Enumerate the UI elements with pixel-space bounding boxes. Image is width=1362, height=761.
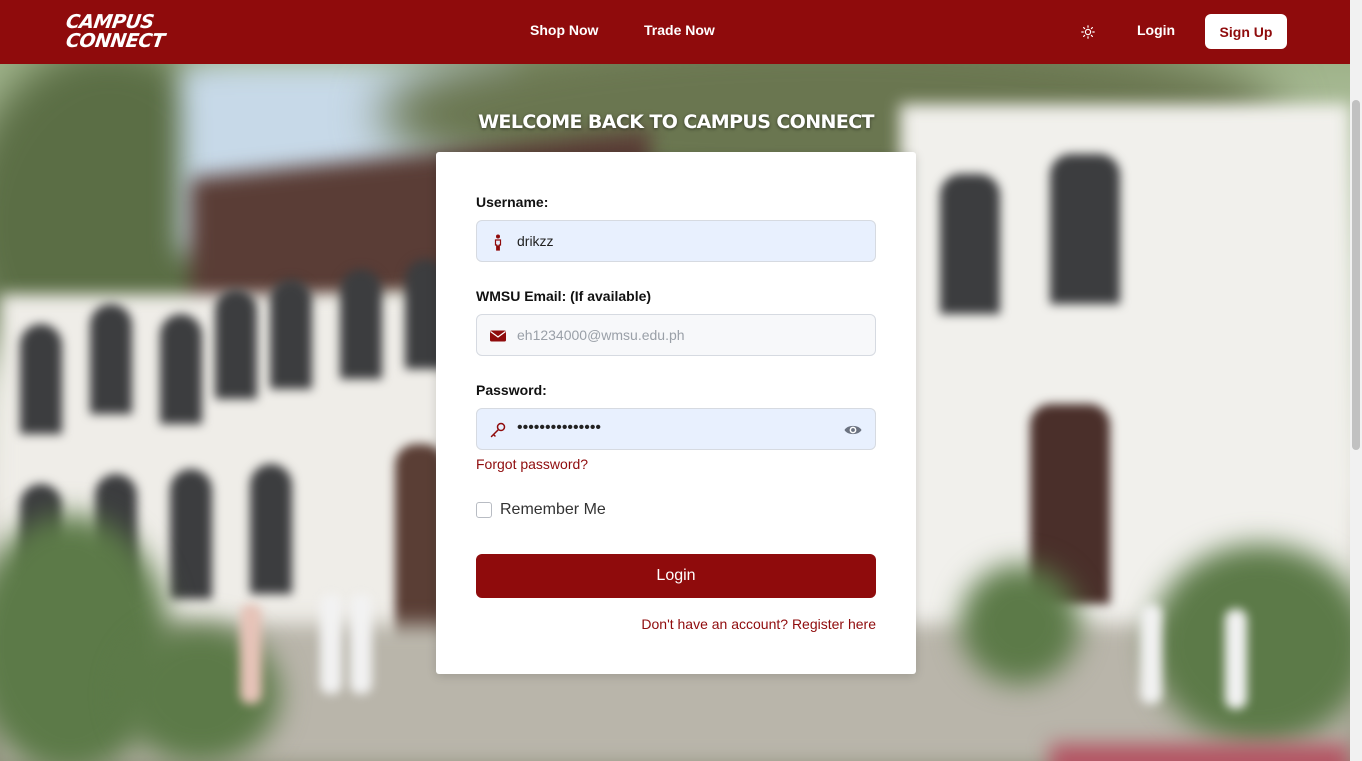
envelope-icon xyxy=(489,327,507,345)
eye-icon[interactable] xyxy=(843,420,863,440)
username-value: drikzz xyxy=(517,233,554,249)
page-scrollbar[interactable] xyxy=(1350,0,1362,761)
nav-link-shop-now[interactable]: Shop Now xyxy=(530,22,598,38)
key-icon xyxy=(489,421,507,439)
email-label: WMSU Email: (If available) xyxy=(476,288,652,304)
top-navbar: CAMPUS CONNECT Shop Now Trade Now Login … xyxy=(0,0,1350,64)
login-card: Username: drikzz WMSU Email: (If availab… xyxy=(436,152,916,674)
username-field[interactable]: drikzz xyxy=(476,220,876,262)
remember-me-label[interactable]: Remember Me xyxy=(500,501,606,519)
page-title: WELCOME BACK TO CAMPUS CONNECT xyxy=(478,111,874,133)
password-field[interactable]: ••••••••••••••• xyxy=(476,408,876,450)
password-value: ••••••••••••••• xyxy=(517,419,602,436)
username-label: Username: xyxy=(476,194,549,210)
forgot-password-link[interactable]: Forgot password? xyxy=(476,456,588,472)
login-submit-button[interactable]: Login xyxy=(476,554,876,598)
register-link[interactable]: Don't have an account? Register here xyxy=(641,616,876,632)
person-icon xyxy=(489,233,507,251)
email-field[interactable]: eh1234000@wmsu.edu.ph xyxy=(476,314,876,356)
signup-button[interactable]: Sign Up xyxy=(1205,14,1287,49)
sun-icon[interactable] xyxy=(1081,25,1095,39)
campus-connect-logo[interactable]: CAMPUS CONNECT xyxy=(65,11,166,52)
email-placeholder: eh1234000@wmsu.edu.ph xyxy=(517,327,685,343)
nav-login-link[interactable]: Login xyxy=(1137,22,1175,38)
scrollbar-thumb[interactable] xyxy=(1352,100,1360,450)
password-label: Password: xyxy=(476,382,547,398)
remember-me-checkbox[interactable] xyxy=(476,502,492,518)
nav-link-trade-now[interactable]: Trade Now xyxy=(644,22,715,38)
